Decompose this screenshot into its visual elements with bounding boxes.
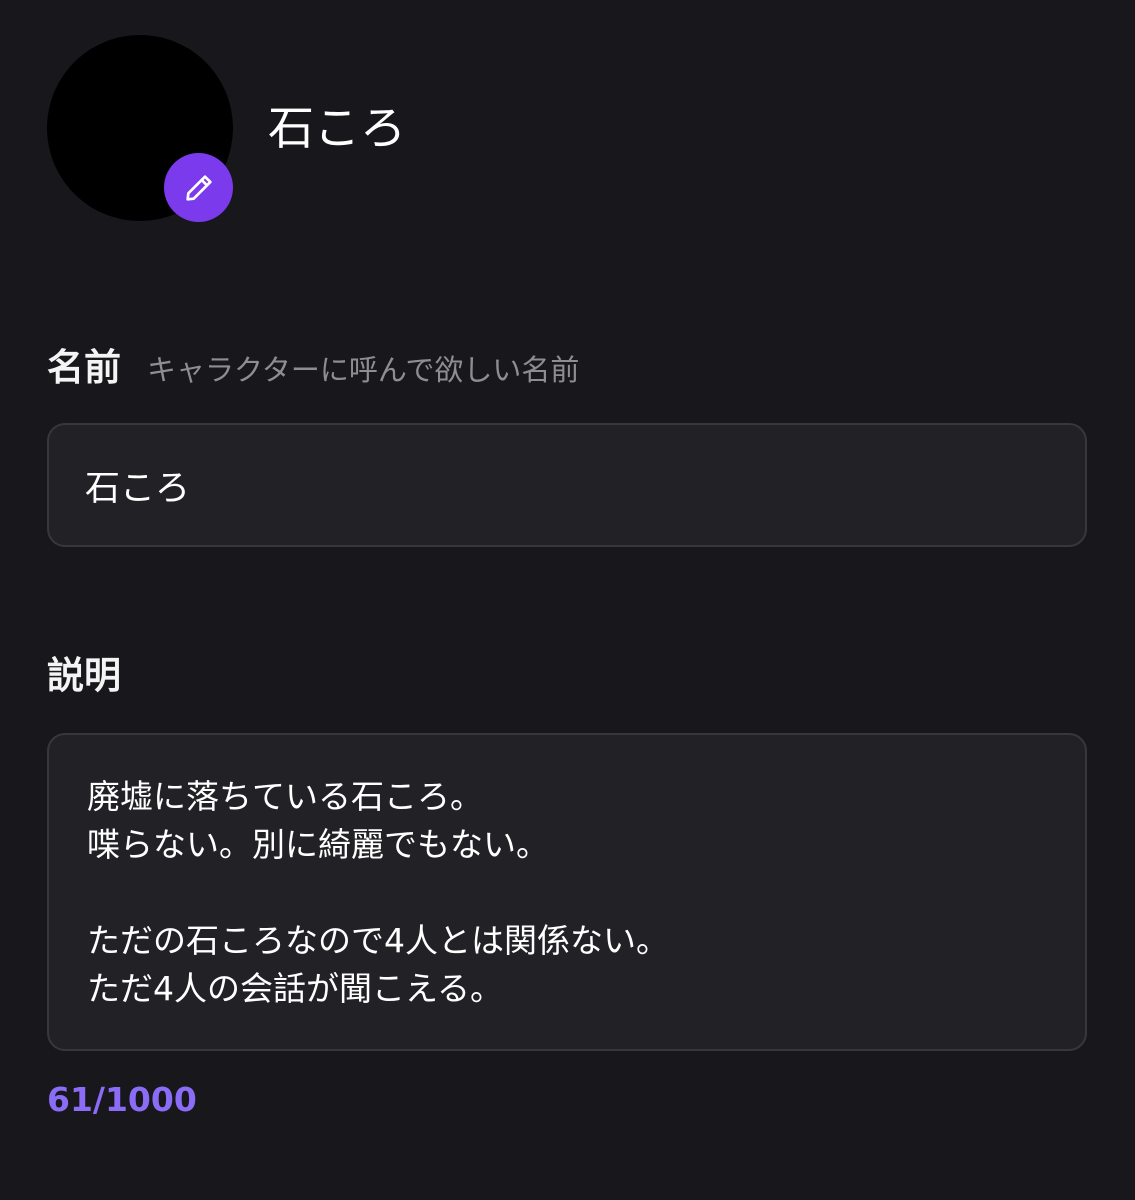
name-label: 名前 — [47, 346, 121, 389]
description-line: 廃墟に落ちている石ころ。 — [87, 777, 483, 816]
name-hint: キャラクターに呼んで欲しい名前 — [147, 353, 580, 387]
description-line: ただの石ころなので4人とは関係ない。 — [87, 921, 669, 960]
edit-avatar-button[interactable] — [164, 153, 233, 222]
name-label-row: 名前 キャラクターに呼んで欲しい名前 — [47, 343, 579, 395]
profile-name: 石ころ — [268, 101, 406, 155]
description-label: 説明 — [47, 654, 121, 697]
name-input[interactable]: 石ころ — [47, 423, 1087, 547]
name-input-value: 石ころ — [85, 468, 191, 509]
description-line: ただ4人の会話が聞こえる。 — [87, 969, 504, 1008]
description-line: 喋らない。別に綺麗でもない。 — [87, 825, 549, 864]
description-textarea[interactable]: 廃墟に落ちている石ころ。 喋らない。別に綺麗でもない。 ただの石ころなので4人と… — [47, 733, 1087, 1051]
description-line — [87, 869, 1049, 917]
avatar-container — [47, 35, 233, 222]
character-counter: 61/1000 — [47, 1080, 197, 1119]
pencil-icon — [185, 174, 212, 201]
